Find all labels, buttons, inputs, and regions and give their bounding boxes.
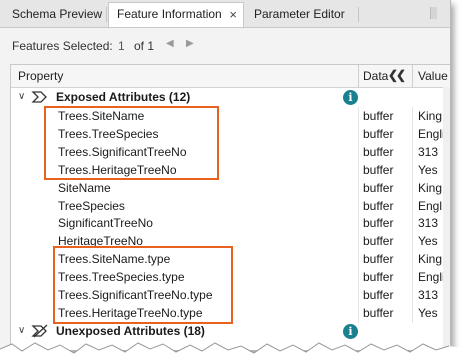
cell-divider bbox=[358, 286, 359, 305]
data-cell: buffer bbox=[363, 127, 394, 141]
tab-divider bbox=[106, 7, 107, 22]
torn-edge-decoration bbox=[0, 342, 467, 362]
tab-feature-information[interactable]: Feature Information × bbox=[108, 2, 244, 27]
cell-divider bbox=[412, 214, 413, 233]
data-cell: buffer bbox=[363, 145, 394, 159]
data-cell: buffer bbox=[363, 306, 394, 320]
value-cell: 313 bbox=[418, 288, 439, 302]
cell-divider bbox=[412, 250, 413, 269]
triangle-right-icon[interactable]: ▶ bbox=[186, 38, 194, 49]
cell-divider bbox=[412, 161, 413, 180]
cell-divider bbox=[358, 232, 359, 251]
property-cell: SignificantTreeNo bbox=[58, 216, 153, 230]
value-cell: King bbox=[418, 181, 443, 195]
close-icon[interactable]: × bbox=[229, 3, 237, 26]
table-row[interactable]: SignificantTreeNo buffer 313 bbox=[11, 214, 450, 233]
info-icon[interactable]: i bbox=[343, 90, 358, 105]
attribute-table: Property Data ❮❮ Value ∨ Exposed Attribu… bbox=[10, 64, 450, 350]
table-header: Property Data ❮❮ Value bbox=[11, 65, 450, 88]
value-cell: Yes bbox=[418, 306, 438, 320]
data-cell: buffer bbox=[363, 181, 394, 195]
cell-divider bbox=[358, 125, 359, 144]
highlight-box-type-attributes bbox=[53, 246, 233, 324]
cell-divider bbox=[358, 250, 359, 269]
cell-divider bbox=[358, 268, 359, 287]
column-header-property[interactable]: Property bbox=[18, 69, 63, 83]
data-cell: buffer bbox=[363, 163, 394, 177]
cell-divider bbox=[412, 232, 413, 251]
tab-overflow-handle[interactable] bbox=[430, 7, 437, 19]
cell-divider bbox=[412, 143, 413, 162]
cell-divider bbox=[358, 304, 359, 323]
data-cell: buffer bbox=[363, 234, 394, 248]
value-cell: 313 bbox=[418, 216, 439, 230]
data-cell: buffer bbox=[363, 270, 394, 284]
value-cell: King bbox=[418, 109, 443, 123]
selected-total: of 1 bbox=[134, 39, 155, 53]
features-selected-label: Features Selected: bbox=[12, 39, 113, 53]
data-cell: buffer bbox=[363, 216, 394, 230]
vertical-scrollbar[interactable] bbox=[443, 87, 450, 350]
cell-divider bbox=[358, 143, 359, 162]
value-cell: Yes bbox=[418, 163, 438, 177]
cell-divider bbox=[358, 161, 359, 180]
data-cell: buffer bbox=[363, 252, 394, 266]
table-row[interactable]: SiteName buffer King bbox=[11, 179, 450, 198]
cell-divider bbox=[412, 286, 413, 305]
data-cell: buffer bbox=[363, 109, 394, 123]
cell-divider bbox=[358, 179, 359, 198]
tab-label: Parameter Editor bbox=[254, 7, 345, 21]
cell-divider bbox=[412, 268, 413, 287]
cell-divider bbox=[412, 304, 413, 323]
data-cell: buffer bbox=[363, 199, 394, 213]
cell-divider bbox=[358, 214, 359, 233]
column-header-data[interactable]: Data bbox=[363, 69, 388, 83]
group-row-exposed[interactable]: ∨ Exposed Attributes (12) i bbox=[11, 88, 450, 107]
tab-label: Schema Preview bbox=[12, 7, 103, 21]
value-cell: Engl bbox=[418, 199, 443, 213]
chevron-down-icon[interactable]: ∨ bbox=[18, 91, 25, 102]
data-cell: buffer bbox=[363, 288, 394, 302]
tab-divider bbox=[358, 7, 359, 22]
selection-toolbar: Features Selected: 1 of 1 ◀ ▶ bbox=[0, 28, 450, 62]
cell-divider bbox=[412, 125, 413, 144]
feature-information-panel: Schema Preview Feature Information × Par… bbox=[0, 0, 451, 351]
highlight-box-trees-attributes bbox=[44, 106, 219, 180]
tab-schema-preview[interactable]: Schema Preview bbox=[4, 3, 104, 26]
cell-divider bbox=[412, 179, 413, 198]
tab-label: Feature Information bbox=[117, 7, 222, 21]
group-title: Exposed Attributes (12) bbox=[56, 90, 191, 104]
column-divider[interactable] bbox=[412, 65, 413, 87]
collapse-column-icon[interactable]: ❮❮ bbox=[388, 68, 406, 82]
triangle-left-icon[interactable]: ◀ bbox=[166, 38, 174, 49]
tab-bar: Schema Preview Feature Information × Par… bbox=[0, 0, 450, 28]
cell-divider bbox=[358, 107, 359, 126]
value-cell: 313 bbox=[418, 145, 439, 159]
value-cell: Yes bbox=[418, 234, 438, 248]
property-cell: TreeSpecies bbox=[58, 199, 125, 213]
tab-parameter-editor[interactable]: Parameter Editor bbox=[246, 3, 358, 26]
property-cell: SiteName bbox=[58, 181, 111, 195]
column-divider[interactable] bbox=[358, 65, 359, 87]
cell-divider bbox=[412, 107, 413, 126]
column-header-value[interactable]: Value bbox=[418, 69, 448, 83]
exposed-attributes-icon bbox=[31, 91, 47, 103]
selected-count: 1 bbox=[118, 39, 125, 53]
